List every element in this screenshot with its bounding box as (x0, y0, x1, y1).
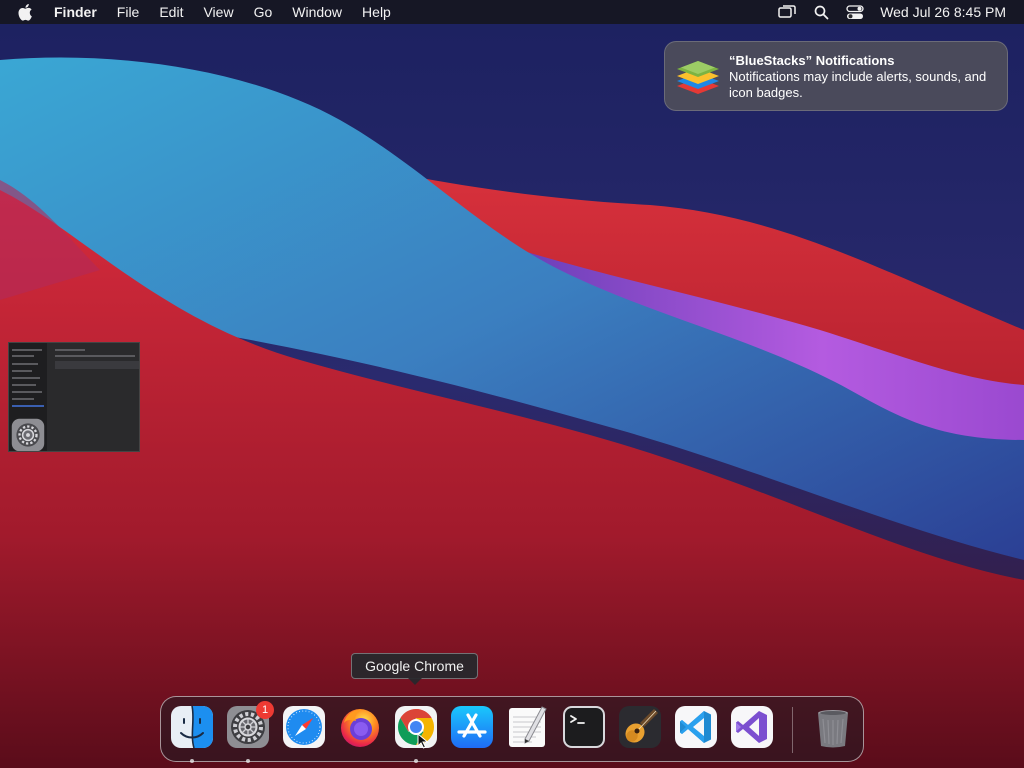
menu-go[interactable]: Go (244, 0, 283, 24)
textedit-icon (509, 706, 547, 747)
chrome-icon (395, 706, 437, 748)
menu-view[interactable]: View (193, 0, 243, 24)
dock-item-safari[interactable] (282, 705, 326, 751)
control-center-icon[interactable] (838, 0, 872, 24)
menu-bar: Finder File Edit View Go Window Help Wed… (0, 0, 1024, 24)
dock-item-finder[interactable] (170, 705, 214, 763)
notification-body: Notifications may include alerts, sounds… (729, 69, 987, 100)
menu-clock[interactable]: Wed Jul 26 8:45 PM (872, 4, 1024, 20)
menu-file[interactable]: File (107, 0, 150, 24)
notification-title: “BlueStacks” Notifications (729, 53, 895, 68)
menu-finder[interactable]: Finder (48, 0, 107, 24)
terminal-icon (563, 706, 605, 748)
wallpaper (0, 0, 1024, 768)
mouse-cursor-icon (417, 733, 429, 749)
firefox-icon (341, 709, 379, 747)
screen-mirroring-icon[interactable] (770, 0, 804, 24)
apple-menu-icon[interactable] (16, 2, 36, 22)
dock-separator (792, 707, 793, 753)
dock-item-garageband[interactable] (618, 705, 662, 751)
notification-badge: 1 (256, 701, 274, 719)
menu-help[interactable]: Help (352, 0, 401, 24)
notification-banner[interactable]: “BlueStacks” Notifications Notifications… (664, 41, 1008, 111)
dock-item-terminal[interactable] (562, 705, 606, 751)
guitar-icon (619, 706, 661, 748)
bluestacks-icon (673, 52, 723, 102)
dock-item-vscode[interactable] (674, 705, 718, 751)
search-icon[interactable] (804, 0, 838, 24)
running-indicator (190, 759, 194, 763)
dock-tooltip: Google Chrome (351, 653, 478, 679)
vscode-icon (675, 706, 717, 748)
menu-window[interactable]: Window (282, 0, 352, 24)
compass-icon (283, 706, 325, 748)
gear-icon (11, 418, 45, 451)
visual-studio-icon (731, 706, 773, 748)
desktop[interactable] (0, 0, 1024, 768)
dock-item-chrome[interactable] (394, 705, 438, 763)
dock-item-firefox[interactable] (338, 705, 382, 751)
tooltip-pointer (408, 678, 422, 685)
dock-item-trash[interactable] (811, 705, 855, 751)
dock-item-system-settings[interactable]: 1 (226, 701, 274, 763)
dock-item-visual-studio[interactable] (730, 705, 774, 751)
window-thumbnail[interactable] (8, 342, 140, 452)
dock: 1 (160, 696, 864, 763)
dock-item-textedit[interactable] (506, 705, 550, 751)
menu-edit[interactable]: Edit (149, 0, 193, 24)
running-indicator (414, 759, 418, 763)
finder-icon (171, 705, 213, 749)
trash-icon (818, 710, 848, 748)
dock-item-app-store[interactable] (450, 705, 494, 751)
app-store-icon (451, 706, 493, 748)
running-indicator (246, 759, 250, 763)
